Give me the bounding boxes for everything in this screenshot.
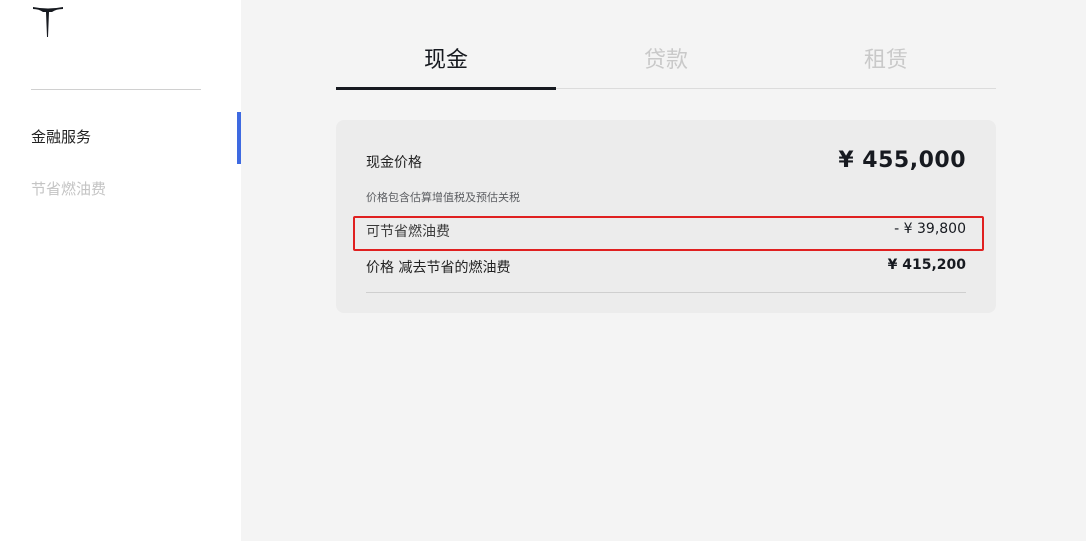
tab-lease[interactable]: 租赁 (776, 46, 996, 90)
card-divider (366, 292, 966, 293)
sidebar-item-financial-services[interactable]: 金融服务 (31, 127, 91, 147)
cash-price-value: ¥ 455,000 (838, 148, 966, 173)
sidebar-item-fuel-savings[interactable]: 节省燃油费 (31, 179, 106, 199)
sidebar-divider (31, 89, 201, 90)
payment-tabs: 现金 贷款 租赁 (336, 40, 996, 90)
net-price-value: ¥ 415,200 (887, 257, 966, 273)
cash-price-label: 现金价格 (366, 155, 422, 171)
tesla-logo-icon[interactable] (30, 4, 66, 40)
tab-cash[interactable]: 现金 (336, 46, 556, 90)
sidebar: 金融服务 节省燃油费 (0, 0, 241, 541)
net-price-label: 价格 减去节省的燃油费 (366, 260, 511, 276)
active-nav-indicator (237, 112, 241, 164)
tab-loan[interactable]: 贷款 (556, 46, 776, 90)
active-tab-underline (336, 87, 556, 90)
price-note: 价格包含估算增值税及预估关税 (366, 191, 520, 204)
fuel-savings-highlight-box (353, 216, 984, 251)
